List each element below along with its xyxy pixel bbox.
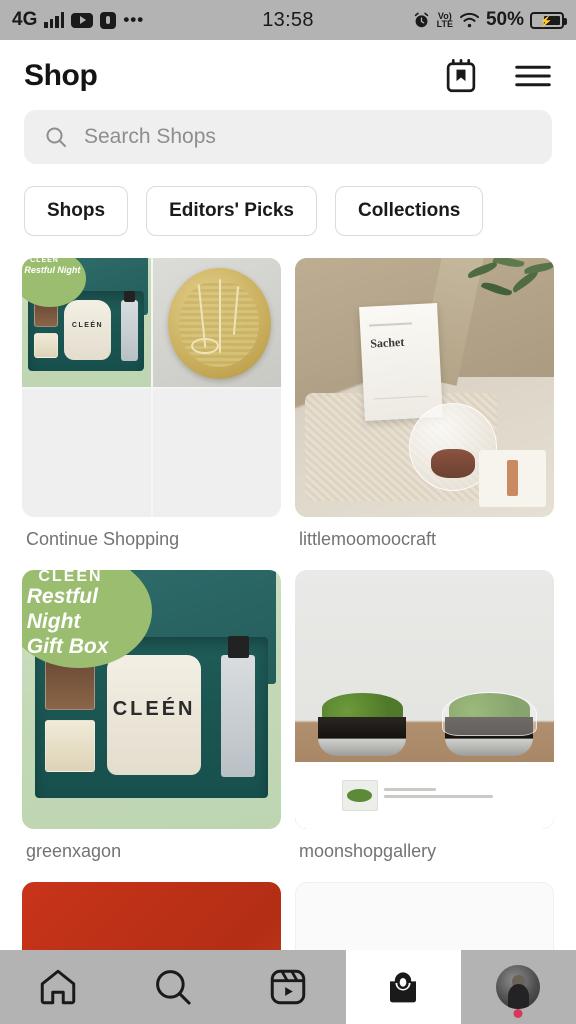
shop-card-label: littlemoomoocraft (299, 529, 437, 549)
shop-card[interactable]: CLEÉN CLEÉN Restful Night Continue Shopp… (22, 258, 281, 560)
signal-bars-icon (44, 12, 65, 28)
product-text-lines (384, 788, 507, 802)
status-bar-left: 4G ••• (12, 9, 144, 31)
youtube-icon (71, 12, 94, 28)
shop-card[interactable]: Sachet littlemoomoocraft (295, 258, 554, 560)
shop-card-image[interactable] (295, 570, 554, 829)
alarm-clock-icon (414, 12, 428, 27)
search-placeholder: Search Shops (84, 125, 216, 148)
saved-notebook-icon[interactable] (444, 58, 478, 94)
nav-home[interactable] (0, 950, 115, 1024)
battery-percent-label: 50% (485, 9, 524, 30)
shop-grid: CLEÉN CLEÉN Restful Night Continue Shopp… (0, 236, 576, 1024)
wifi-icon (459, 12, 479, 27)
header-actions (444, 58, 552, 94)
search-icon (46, 127, 66, 147)
shop-bag-icon (390, 972, 417, 1003)
collage-cell-3 (22, 388, 151, 517)
search-icon (155, 970, 191, 1005)
nav-profile[interactable] (461, 950, 576, 1024)
app-header: Shop (0, 40, 576, 102)
network-type-label: 4G (12, 9, 38, 30)
collage-cell-1: CLEÉN CLEÉN Restful Night (22, 258, 151, 387)
shop-card-label: greenxagon (26, 841, 122, 861)
cleen-pouch-text: CLEÉN (71, 321, 104, 329)
status-bar-right: Vo) LTE 50% ⚡ (412, 9, 567, 31)
shop-card-label: Continue Shopping (26, 529, 180, 549)
hamburger-menu-icon[interactable] (514, 61, 552, 91)
shop-card-image[interactable]: CLEÉN CLEÉN Restful Night Gift Box (22, 570, 281, 829)
cleen-brand-text: CLEÉN (30, 258, 59, 265)
nav-reels[interactable] (230, 950, 345, 1024)
shop-card[interactable]: CLEÉN CLEÉN Restful Night Gift Box greenx… (22, 570, 281, 872)
cleen-badge-text: Restful Night (24, 264, 81, 275)
sachet-title-text: Sachet (370, 334, 405, 350)
reels-icon (270, 969, 306, 1005)
cleen-badge-text: Restful Night Gift Box (26, 585, 109, 659)
product-thumbnail (341, 779, 379, 811)
shop-card[interactable]: moonshopgallery (295, 570, 554, 872)
collage-cell-4 (152, 388, 281, 517)
shop-card-label: moonshopgallery (299, 841, 437, 861)
status-bar: 4G ••• 13:58 Vo) LTE 50% ⚡ (0, 0, 576, 40)
battery-charging-icon: ⚡ (530, 11, 567, 29)
avatar (496, 965, 541, 1009)
home-icon (40, 969, 75, 1005)
shop-card-image[interactable]: Sachet (295, 258, 554, 517)
volte-icon: Vo) LTE (436, 10, 453, 29)
chip-shops[interactable]: Shops (24, 186, 129, 236)
collage-cell-2 (152, 258, 281, 387)
nav-search[interactable] (115, 950, 230, 1024)
bottom-navigation-bar (0, 950, 576, 1024)
cleen-pouch-text: CLEÉN (112, 698, 196, 721)
notification-dot-badge (513, 1009, 523, 1018)
more-dots-icon: ••• (123, 10, 145, 29)
search-input[interactable]: Search Shops (24, 110, 552, 164)
nav-shop[interactable] (345, 950, 461, 1024)
filter-chip-row[interactable]: Shops Editors' Picks Collections (0, 164, 576, 236)
product-listing-strip (295, 761, 554, 829)
search-section: Search Shops (0, 102, 576, 164)
continue-shopping-collage[interactable]: CLEÉN CLEÉN Restful Night (22, 258, 281, 517)
chip-editors-picks[interactable]: Editors' Picks (146, 186, 317, 236)
microphone-icon (100, 11, 117, 29)
page-title: Shop (24, 59, 98, 92)
chip-collections[interactable]: Collections (334, 186, 484, 236)
shop-screen: 4G ••• 13:58 Vo) LTE 50% ⚡ Shop Search S… (0, 0, 576, 1024)
